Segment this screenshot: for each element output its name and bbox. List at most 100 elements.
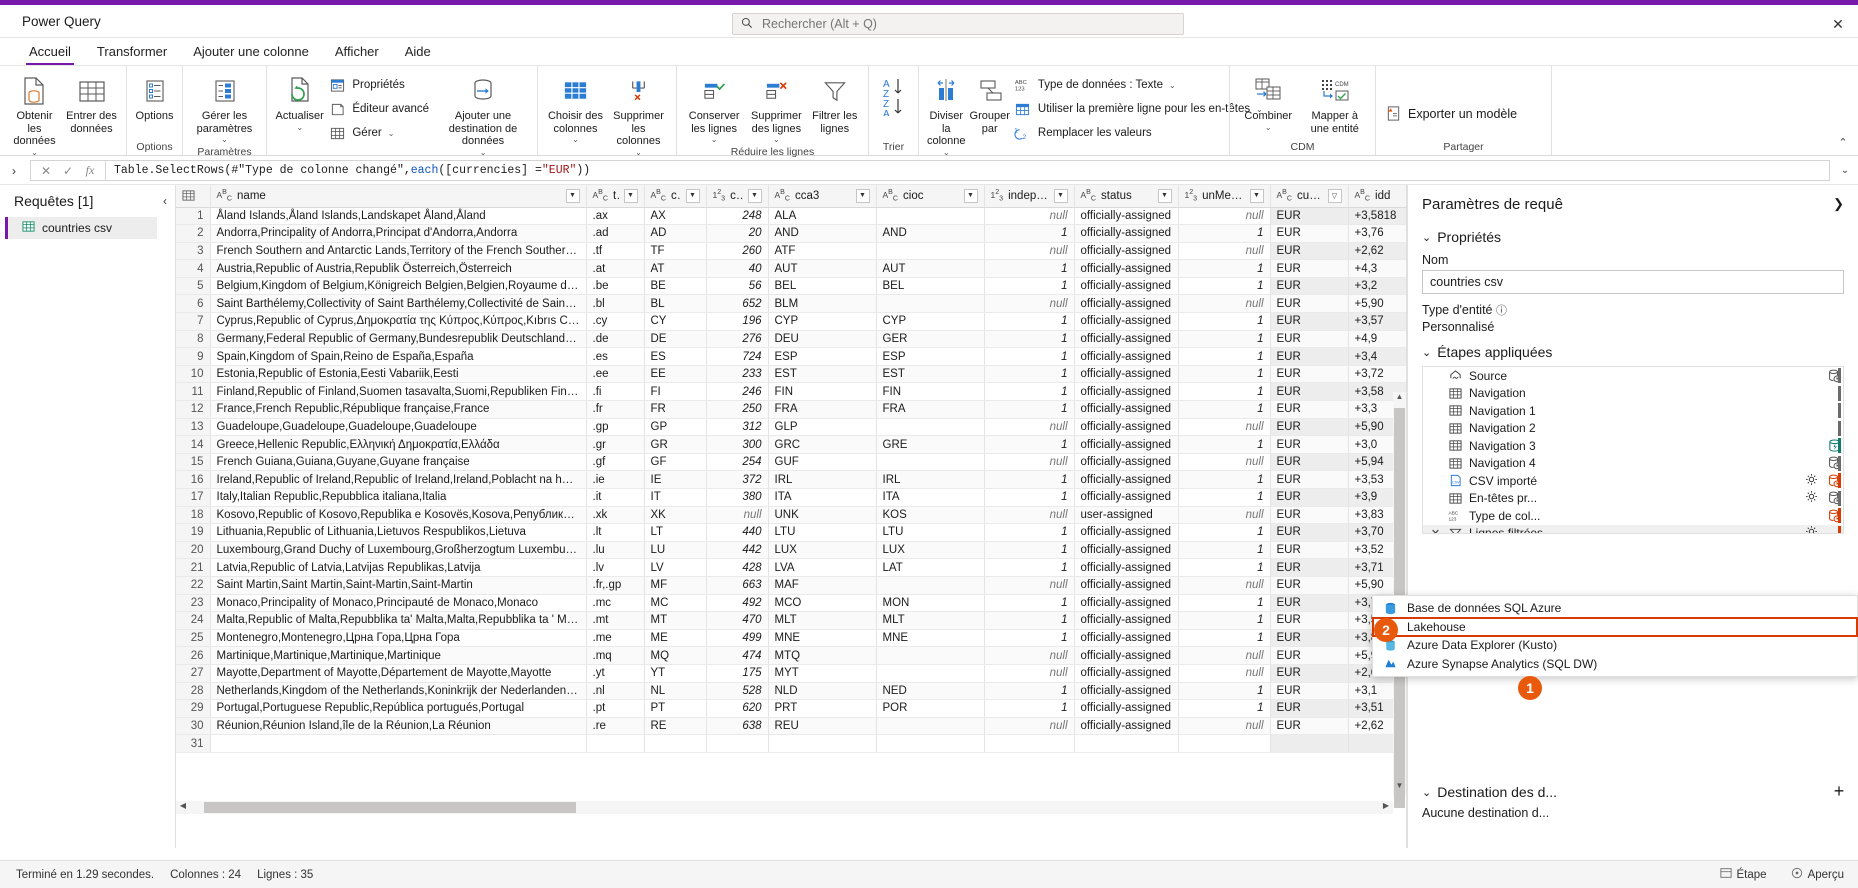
cell-tld[interactable]: .pt <box>586 699 645 718</box>
chevron-down-icon[interactable]: ⌄ <box>221 135 228 144</box>
table-row[interactable]: 7 Cyprus,Republic of Cyprus,Δημοκρατία τη… <box>176 312 1406 331</box>
cell-independent[interactable]: 1 <box>984 470 1075 489</box>
cell-unMember[interactable]: null <box>1178 646 1271 665</box>
cell-cioc[interactable]: LAT <box>876 558 985 577</box>
column-header-currencies[interactable]: ABC currencies ▽ <box>1270 185 1349 208</box>
chevron-down-icon[interactable]: ⌄ <box>773 135 780 144</box>
cell-ccn3[interactable]: 492 <box>706 594 769 613</box>
cell-cioc[interactable]: GER <box>876 330 985 349</box>
cell-cioc[interactable] <box>876 418 985 437</box>
cell-name[interactable]: Saint Barthélemy,Collectivity of Saint B… <box>210 294 587 314</box>
cell-unMember[interactable]: 1 <box>1178 330 1271 349</box>
cell-unMember[interactable]: 1 <box>1178 523 1271 542</box>
table-row[interactable]: 22 Saint Martin,Saint Martin,Saint-Martin… <box>176 576 1406 595</box>
cell-tld[interactable]: .re <box>586 717 645 736</box>
chevron-down-icon[interactable]: ⌄ <box>1169 81 1176 90</box>
cell-status[interactable]: officially-assigned <box>1074 330 1179 349</box>
cell-status[interactable]: officially-assigned <box>1074 259 1179 278</box>
supprimer-colonnes-button[interactable]: Supprimer les colonnes ⌄ <box>607 69 670 157</box>
cell-cca2[interactable]: AD <box>644 224 707 243</box>
cell-ccn3[interactable]: 372 <box>706 470 769 489</box>
cell-tld[interactable]: .bl <box>586 294 645 314</box>
cell-tld[interactable]: .ee <box>586 365 645 384</box>
cell-cioc[interactable]: MLT <box>876 611 985 630</box>
cell-currencies[interactable]: EUR <box>1270 312 1349 331</box>
applied-step-item[interactable]: ABC 123 Type de col... <box>1423 507 1843 525</box>
proprietes-button[interactable]: Propriétés <box>326 74 435 96</box>
cell-cioc[interactable] <box>876 717 985 736</box>
cell-currencies[interactable]: EUR <box>1270 646 1349 665</box>
search-input[interactable] <box>760 16 1175 32</box>
cell-currencies[interactable]: EUR <box>1270 242 1349 261</box>
cell-ccn3[interactable]: 248 <box>706 207 769 226</box>
table-row[interactable]: 9 Spain,Kingdom of Spain,Reino de España,… <box>176 347 1406 366</box>
applied-steps-section-header[interactable]: ⌄ Étapes appliquées <box>1422 344 1844 360</box>
cell-status[interactable]: officially-assigned <box>1074 470 1179 489</box>
cell-cca2[interactable]: TF <box>644 242 707 261</box>
cell-currencies[interactable]: EUR <box>1270 347 1349 366</box>
cell-tld[interactable]: .mt <box>586 611 645 630</box>
table-row[interactable]: 18 Kosovo,Republic of Kosovo,Republika e … <box>176 506 1406 525</box>
cell-status[interactable] <box>1074 734 1179 753</box>
cell-ccn3[interactable]: 499 <box>706 629 769 648</box>
cell-independent[interactable]: 1 <box>984 330 1075 349</box>
cell-cca2[interactable]: DE <box>644 330 707 349</box>
cell-independent[interactable]: 1 <box>984 435 1075 454</box>
cell-currencies[interactable]: EUR <box>1270 418 1349 437</box>
info-icon[interactable]: ⓘ <box>1496 305 1507 317</box>
cell-name[interactable]: Kosovo,Republic of Kosovo,Republika e Ko… <box>210 506 587 525</box>
cell-cioc[interactable]: ESP <box>876 347 985 366</box>
cell-unMember[interactable]: null <box>1178 294 1271 314</box>
cell-ccn3[interactable]: 440 <box>706 523 769 542</box>
cell-cca2[interactable]: MQ <box>644 646 707 665</box>
cell-idd[interactable]: +3,4 <box>1348 347 1406 366</box>
cell-cca2[interactable]: IE <box>644 470 707 489</box>
cell-status[interactable]: officially-assigned <box>1074 523 1179 542</box>
accept-formula-icon[interactable]: ✓ <box>58 164 78 178</box>
cell-independent[interactable]: 1 <box>984 488 1075 507</box>
cell-unMember[interactable]: 1 <box>1178 470 1271 489</box>
cell-name[interactable]: Netherlands,Kingdom of the Netherlands,K… <box>210 682 587 701</box>
cell-name[interactable]: Andorra,Principality of Andorra,Principa… <box>210 224 587 243</box>
cell-unMember[interactable]: 1 <box>1178 541 1271 560</box>
cell-status[interactable]: officially-assigned <box>1074 382 1179 402</box>
cell-cca3[interactable]: UNK <box>768 506 877 525</box>
cell-independent[interactable]: null <box>984 717 1075 736</box>
cell-unMember[interactable] <box>1178 734 1271 753</box>
table-row[interactable]: 16 Ireland,Republic of Ireland,Republic o… <box>176 470 1406 489</box>
cell-name[interactable]: Spain,Kingdom of Spain,Reino de España,E… <box>210 347 587 366</box>
cell-tld[interactable]: .at <box>586 259 645 278</box>
cell-cca2[interactable]: LT <box>644 523 707 542</box>
cell-tld[interactable]: .gr <box>586 435 645 454</box>
cell-ccn3[interactable]: 300 <box>706 435 769 454</box>
table-row[interactable]: 21 Latvia,Republic of Latvia,Latvijas Rep… <box>176 558 1406 577</box>
cell-name[interactable]: French Southern and Antarctic Lands,Terr… <box>210 242 587 261</box>
cell-cca2[interactable]: ME <box>644 629 707 648</box>
cell-tld[interactable]: .gf <box>586 453 645 472</box>
cell-independent[interactable]: null <box>984 242 1075 261</box>
cell-status[interactable]: officially-assigned <box>1074 400 1179 419</box>
cell-status[interactable]: officially-assigned <box>1074 682 1179 701</box>
cell-status[interactable]: officially-assigned <box>1074 365 1179 384</box>
cell-independent[interactable]: 1 <box>984 558 1075 577</box>
cell-currencies[interactable]: EUR <box>1270 682 1349 701</box>
chevron-down-icon[interactable]: ⌄ <box>31 148 38 157</box>
cell-cca3[interactable]: MLT <box>768 611 877 630</box>
cell-ccn3[interactable]: 56 <box>706 277 769 296</box>
cell-cioc[interactable]: IRL <box>876 470 985 489</box>
cell-ccn3[interactable]: 724 <box>706 347 769 366</box>
scroll-down-arrow[interactable]: ▼ <box>1393 781 1406 795</box>
cell-independent[interactable]: null <box>984 576 1075 595</box>
cell-cioc[interactable]: FRA <box>876 400 985 419</box>
cell-cioc[interactable]: AUT <box>876 259 985 278</box>
delete-step-icon[interactable]: ✕ <box>1429 527 1442 533</box>
cell-ccn3[interactable]: 40 <box>706 259 769 278</box>
cell-currencies[interactable]: EUR <box>1270 259 1349 278</box>
cell-status[interactable]: officially-assigned <box>1074 699 1179 718</box>
cell-tld[interactable] <box>586 734 645 753</box>
cell-cca2[interactable]: GR <box>644 435 707 454</box>
grid-hscroll-thumb[interactable] <box>204 802 576 813</box>
destination-menu-item-azure-synapse-analytics-sql-dw[interactable]: Azure Synapse Analytics (SQL DW) <box>1373 655 1857 674</box>
cell-status[interactable]: officially-assigned <box>1074 224 1179 243</box>
cell-currencies[interactable]: EUR <box>1270 330 1349 349</box>
